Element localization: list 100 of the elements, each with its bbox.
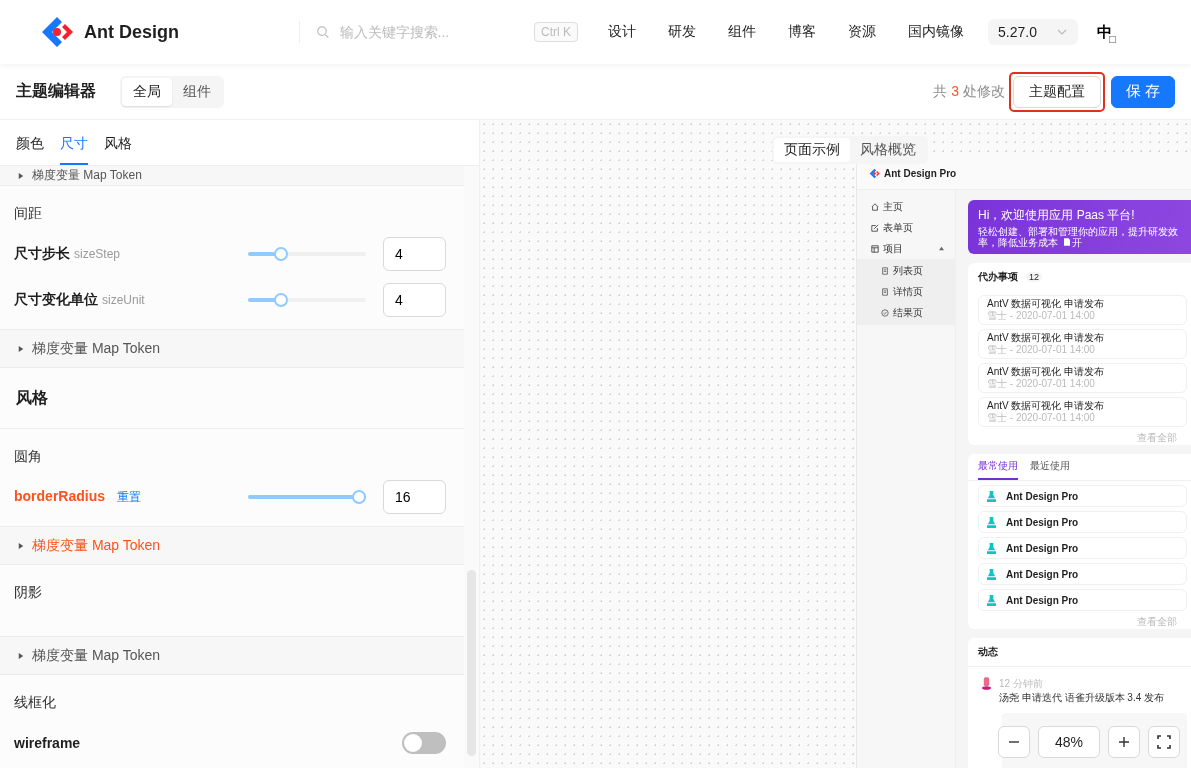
todo-meta: 雪士 - 2020-07-01 14:00: [987, 344, 1096, 356]
token-label: 尺寸步长: [14, 245, 70, 263]
stamp-icon: [987, 490, 996, 502]
stamp-icon: [987, 594, 996, 606]
stamp-icon: [987, 568, 996, 580]
version-select[interactable]: 5.27.0: [988, 19, 1078, 45]
reset-link[interactable]: 重置: [117, 489, 141, 506]
number-input[interactable]: 4: [383, 237, 446, 271]
slider-handle[interactable]: [273, 293, 288, 307]
slider-handle[interactable]: [273, 247, 288, 261]
collapse-header[interactable]: 梯度变量 Map Token: [0, 636, 464, 675]
avatar-icon: [982, 677, 991, 690]
mode-tab[interactable]: 组件: [172, 77, 222, 106]
caret-icon: [18, 541, 24, 550]
menu-item[interactable]: 项目: [857, 238, 955, 259]
caret-icon: [18, 171, 24, 180]
nav-link[interactable]: 组件: [728, 23, 756, 41]
count-badge: 12: [1026, 272, 1042, 282]
collapse-header[interactable]: 梯度变量 Map Token: [0, 166, 464, 186]
shortcut-hint: Ctrl K: [534, 22, 578, 42]
fullscreen-icon: [1157, 735, 1171, 749]
todo-item[interactable]: AntV 数据可视化 申请发布 雪士 - 2020-07-01 14:00: [978, 295, 1187, 325]
change-count: 共 3 处修改: [933, 82, 1005, 101]
group-title: 间距: [14, 205, 43, 223]
save-button[interactable]: 保存: [1111, 75, 1175, 108]
view-tab[interactable]: 风格概览: [850, 138, 926, 162]
submenu-item[interactable]: 结果页: [857, 302, 955, 323]
collapse-header[interactable]: 梯度变量 Map Token: [0, 329, 464, 368]
app-item[interactable]: Ant Design Pro: [978, 589, 1187, 611]
group-title: 线框化: [14, 694, 57, 712]
card-tab[interactable]: 最近使用: [1030, 454, 1070, 480]
token-key: sizeStep: [74, 247, 121, 261]
app-item[interactable]: Ant Design Pro: [978, 537, 1187, 559]
document-icon: [1064, 237, 1070, 246]
nav-link[interactable]: 国内镜像: [908, 23, 964, 41]
group-title: 圆角: [14, 448, 43, 466]
todo-meta: 雪士 - 2020-07-01 14:00: [987, 412, 1096, 424]
nav-link[interactable]: 设计: [608, 23, 636, 41]
edit-icon: [871, 223, 879, 232]
submenu-item[interactable]: 列表页: [857, 260, 955, 281]
number-input[interactable]: 16: [383, 480, 446, 514]
app-title: Ant Design Pro: [884, 167, 957, 179]
zoom-level: 48%: [1038, 726, 1100, 758]
zoom-in-button[interactable]: [1108, 726, 1140, 758]
check-circle-icon: [881, 308, 889, 317]
todo-meta: 雪士 - 2020-07-01 14:00: [987, 310, 1096, 322]
nav-link[interactable]: 研发: [668, 23, 696, 41]
theme-config-button[interactable]: 主题配置: [1013, 75, 1101, 108]
plus-icon: [1117, 735, 1131, 749]
token-key: sizeUnit: [102, 293, 145, 307]
table-icon: [871, 244, 879, 253]
caret-icon: [18, 651, 24, 660]
slider[interactable]: [247, 490, 366, 504]
fullscreen-button[interactable]: [1148, 726, 1180, 758]
square-icon: [1109, 35, 1116, 43]
todo-item[interactable]: AntV 数据可视化 申请发布 雪士 - 2020-07-01 14:00: [978, 397, 1187, 427]
toggle-switch[interactable]: [402, 732, 446, 754]
stamp-icon: [987, 542, 996, 554]
submenu-item[interactable]: 详情页: [857, 281, 955, 302]
todo-item[interactable]: AntV 数据可视化 申请发布 雪士 - 2020-07-01 14:00: [978, 329, 1187, 359]
app-item[interactable]: Ant Design Pro: [978, 511, 1187, 533]
zoom-out-button[interactable]: [998, 726, 1030, 758]
todo-title: AntV 数据可视化 申请发布: [987, 332, 1106, 344]
slider-handle[interactable]: [352, 490, 366, 504]
section-title: 风格: [16, 387, 48, 408]
slider[interactable]: [247, 247, 366, 261]
home-icon: [871, 202, 879, 211]
menu-item[interactable]: 表单页: [857, 217, 955, 238]
token-label: wireframe: [14, 735, 81, 751]
banner-subtitle: 轻松创建、部署和管理你的应用，提升研发效率，降低业务成本 开: [978, 225, 1179, 248]
token-label: borderRadius: [14, 488, 105, 504]
search-icon: [316, 25, 330, 39]
todo-meta: 雪士 - 2020-07-01 14:00: [987, 378, 1096, 390]
group-title: 阴影: [14, 584, 43, 602]
stamp-icon: [987, 516, 996, 528]
document-icon: [881, 266, 889, 275]
todo-title: AntV 数据可视化 申请发布: [987, 298, 1106, 310]
nav-link[interactable]: 博客: [788, 23, 816, 41]
editor-title: 主题编辑器: [16, 81, 96, 101]
slider[interactable]: [247, 293, 366, 307]
nav-link[interactable]: 资源: [848, 23, 876, 41]
banner-title: Hi，欢迎使用应用 Paas 平台!: [978, 206, 1136, 224]
number-input[interactable]: 4: [383, 283, 446, 317]
mode-tab[interactable]: 全局: [122, 77, 172, 106]
panel-tab[interactable]: 风格: [104, 120, 132, 165]
card-title: 代办事项: [978, 270, 1018, 284]
app-item[interactable]: Ant Design Pro: [978, 563, 1187, 585]
view-tab[interactable]: 页面示例: [774, 138, 850, 162]
language-switch[interactable]: 中: [1097, 24, 1112, 40]
token-label: 尺寸变化单位: [14, 291, 98, 309]
card-tab[interactable]: 最常使用: [978, 454, 1018, 480]
menu-item[interactable]: 主页: [857, 196, 955, 217]
panel-tab[interactable]: 颜色: [16, 120, 44, 165]
todo-item[interactable]: AntV 数据可视化 申请发布 雪士 - 2020-07-01 14:00: [978, 363, 1187, 393]
card-title: 动态: [978, 645, 998, 659]
todo-title: AntV 数据可视化 申请发布: [987, 400, 1106, 412]
todo-title: AntV 数据可视化 申请发布: [987, 366, 1106, 378]
app-item[interactable]: Ant Design Pro: [978, 485, 1187, 507]
logo-text[interactable]: Ant Design: [84, 21, 179, 43]
logo-icon: [869, 167, 880, 179]
